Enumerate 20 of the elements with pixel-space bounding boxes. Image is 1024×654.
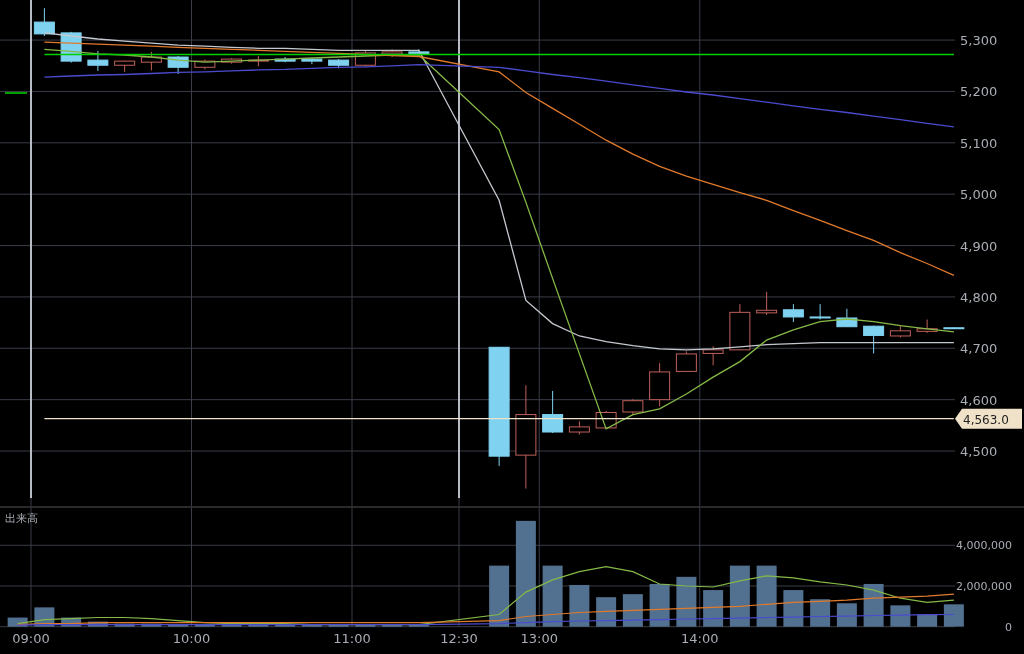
axis-label: 0 [1005, 620, 1012, 634]
axis-label: 4,800 [960, 289, 998, 305]
axis-label: 5,000 [960, 187, 998, 203]
axis-label: 4,700 [960, 341, 998, 357]
axis-label: 4,600 [960, 392, 998, 408]
axis-label: 13:00 [520, 631, 558, 646]
axis-label: 5,200 [960, 84, 998, 100]
axis-label: 4,000,000 [956, 539, 1012, 553]
axis-label: 4,500 [960, 444, 998, 460]
axis-label: 14:00 [681, 631, 719, 646]
price-label: 4,563.0 [955, 408, 1022, 429]
axis-label: 4,900 [960, 238, 998, 254]
axis-label: 12:30 [440, 631, 478, 646]
axis-label: 11:00 [333, 631, 371, 646]
axis-label: 10:00 [172, 631, 211, 646]
axis-label: 5,300 [960, 33, 998, 49]
axis-label: 2,000,000 [956, 580, 1012, 593]
chart-title: 出来高 [5, 512, 38, 525]
axis-label: 09:00 [12, 631, 50, 646]
axis-label: 5,100 [960, 135, 998, 151]
